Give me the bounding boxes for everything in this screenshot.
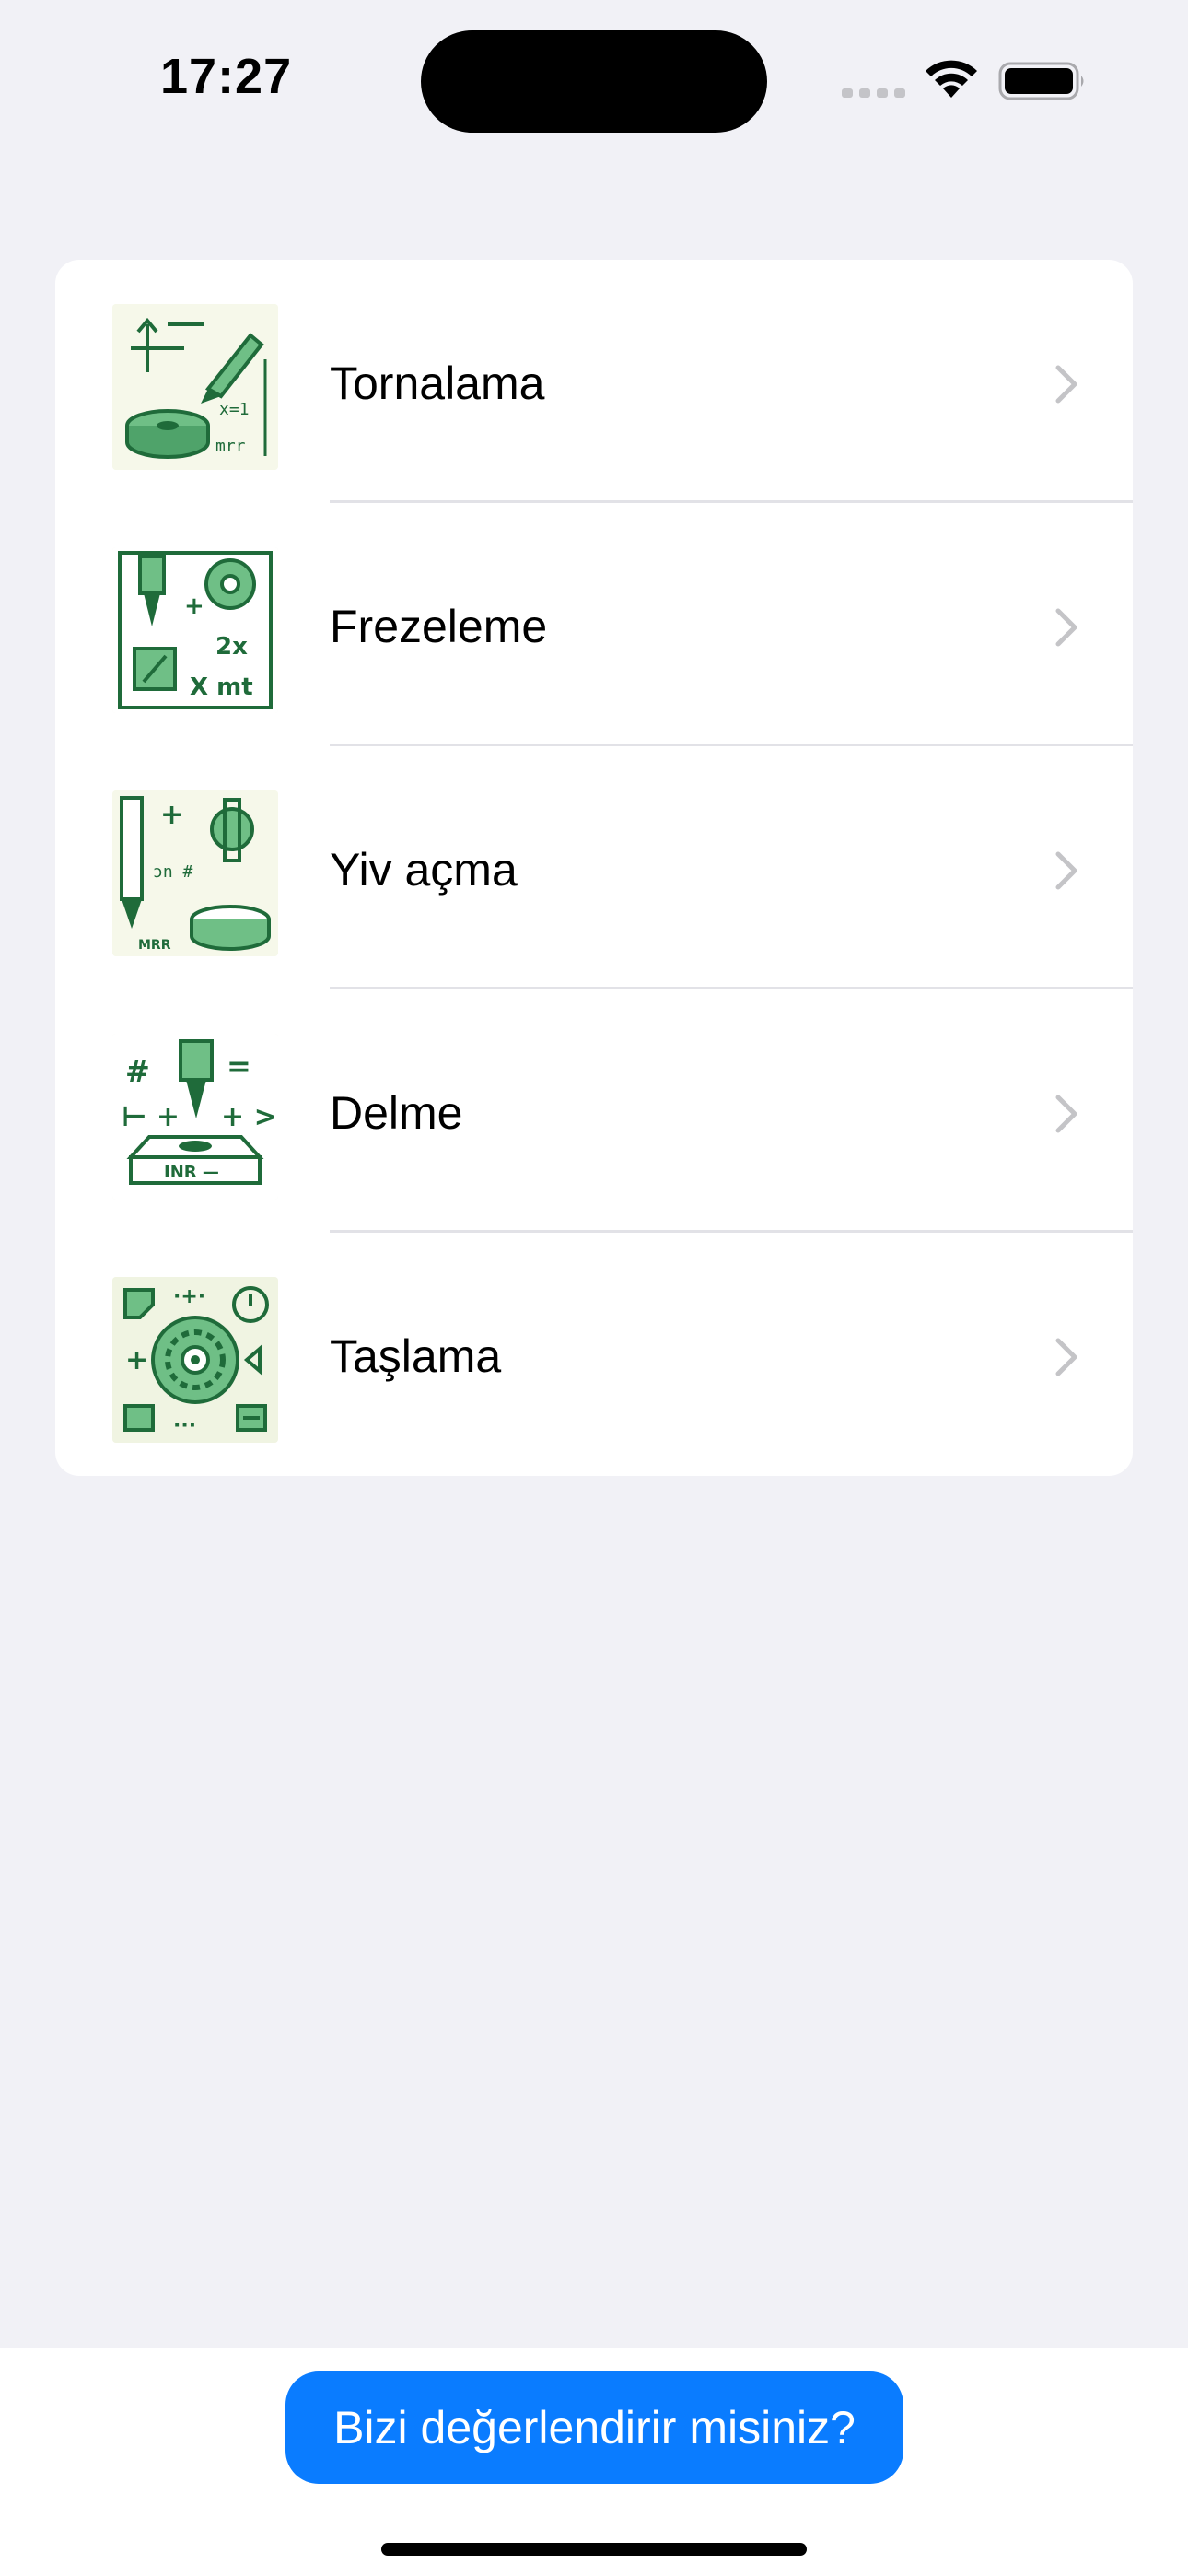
svg-text:MRR: MRR <box>138 938 171 953</box>
svg-text:x=1: x=1 <box>219 400 250 419</box>
chevron-right-icon <box>1055 1338 1077 1376</box>
chevron-right-icon <box>1055 1095 1077 1133</box>
status-time: 17:27 <box>160 49 293 104</box>
svg-text:+: + <box>125 1344 148 1376</box>
dynamic-island <box>421 30 767 133</box>
svg-text:+: + <box>184 592 204 620</box>
status-bar: 17:27 <box>0 0 1188 157</box>
list-item-label: Frezeleme <box>330 601 548 652</box>
svg-text:INR —: INR — <box>164 1163 219 1182</box>
svg-text:···: ··· <box>173 1414 196 1437</box>
drilling-icon: # = ⊢ + + > INR — <box>112 1034 278 1200</box>
svg-text:mrr: mrr <box>215 437 246 456</box>
list-item-yiv-acma[interactable]: + ɔn # MRR Yiv açma <box>55 746 1133 989</box>
wifi-icon <box>926 60 977 98</box>
list-item-label: Taşlama <box>330 1330 502 1382</box>
svg-text:+ >: + > <box>221 1101 277 1133</box>
svg-text:2x: 2x <box>215 633 248 661</box>
svg-text:⊢ +: ⊢ + <box>122 1101 180 1133</box>
list-item-tornalama[interactable]: x=1 mrr Tornalama <box>55 260 1133 503</box>
svg-text:ɔn #: ɔn # <box>153 862 193 882</box>
machining-operations-list: x=1 mrr Tornalama 2x X mt + Frezeleme + … <box>55 260 1133 1476</box>
svg-text:X mt: X mt <box>190 673 253 701</box>
milling-icon: 2x X mt + <box>112 547 278 713</box>
list-item-delme[interactable]: # = ⊢ + + > INR — Delme <box>55 989 1133 1233</box>
chevron-right-icon <box>1055 608 1077 647</box>
list-item-frezeleme[interactable]: 2x X mt + Frezeleme <box>55 503 1133 746</box>
battery-icon <box>998 62 1084 100</box>
chevron-right-icon <box>1055 851 1077 890</box>
list-item-label: Delme <box>330 1087 463 1139</box>
svg-text:#: # <box>125 1054 150 1089</box>
rate-us-button[interactable]: Bizi değerlendirir misiniz? <box>285 2371 903 2484</box>
home-indicator[interactable] <box>381 2543 807 2556</box>
svg-text:·+·: ·+· <box>173 1285 205 1308</box>
grooving-icon: + ɔn # MRR <box>112 790 278 956</box>
list-item-label: Yiv açma <box>330 844 518 896</box>
list-item-label: Tornalama <box>330 357 545 409</box>
list-item-taslama[interactable]: + ·+· ··· Taşlama <box>55 1233 1133 1476</box>
chevron-right-icon <box>1055 365 1077 404</box>
svg-text:=: = <box>227 1048 251 1083</box>
svg-text:+: + <box>160 799 183 831</box>
cellular-signal-icon <box>842 88 905 98</box>
lathe-turning-icon: x=1 mrr <box>112 304 278 470</box>
grinding-icon: + ·+· ··· <box>112 1277 278 1443</box>
